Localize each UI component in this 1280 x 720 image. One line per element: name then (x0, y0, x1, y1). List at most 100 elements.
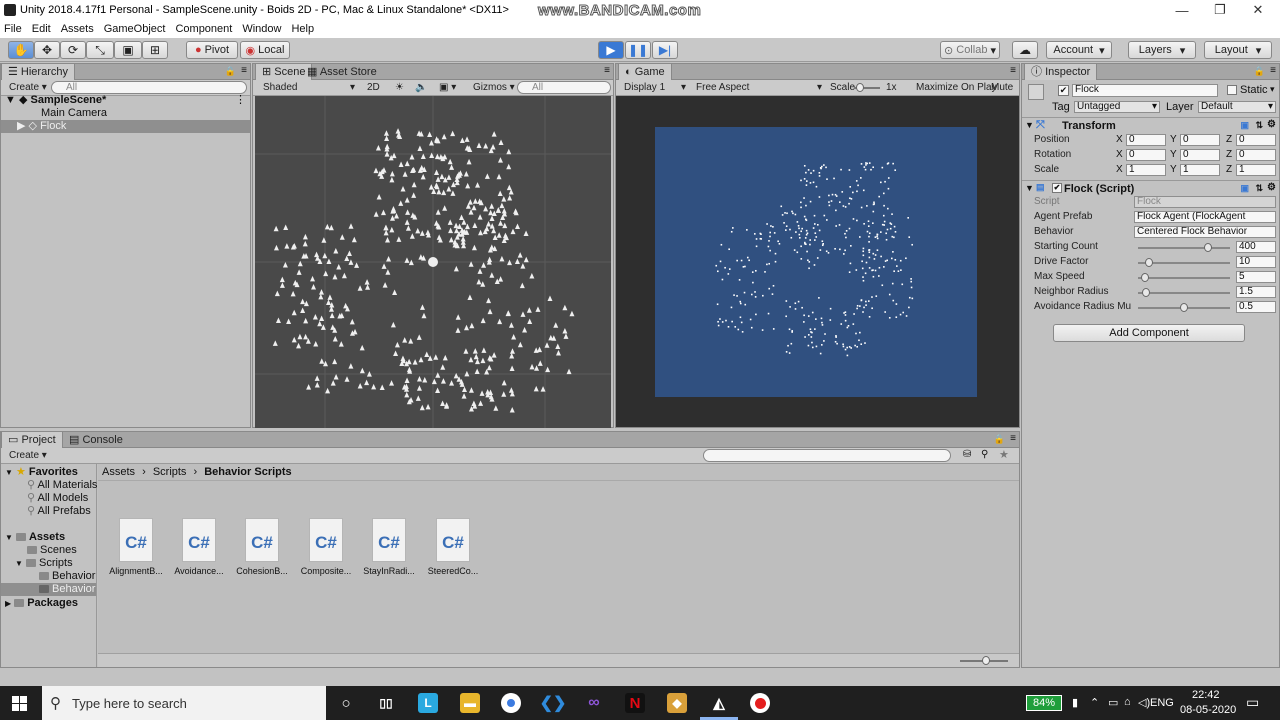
tab-project[interactable]: ▭ Project (1, 432, 63, 448)
static-checkbox[interactable] (1227, 85, 1237, 95)
behavior-field[interactable]: Centered Flock Behavior (1134, 226, 1276, 238)
scale-z-field[interactable]: 1 (1236, 164, 1276, 176)
slider-track[interactable] (1138, 277, 1230, 279)
maximize-button[interactable]: ❐ (1200, 0, 1240, 20)
netflix-icon[interactable]: N (625, 693, 645, 713)
flock-script-header[interactable]: ▼ ▤ ✔ Flock (Script) ▣ ⇅ ⚙ (1022, 180, 1279, 196)
component-enabled-checkbox[interactable]: ✔ (1052, 183, 1062, 193)
hand-tool-button[interactable]: ✋ (8, 41, 34, 59)
local-toggle[interactable]: ◉ Local (240, 41, 290, 59)
slider-value-field[interactable]: 1.5 (1236, 286, 1276, 298)
menu-edit[interactable]: Edit (32, 23, 51, 35)
vscode-icon[interactable]: ❮❯ (540, 693, 567, 713)
favorite-all-prefabs[interactable]: ⚲ All Prefabs (27, 505, 91, 518)
breadcrumb-behavior-scripts[interactable]: Behavior Scripts (204, 466, 291, 478)
clock-time[interactable]: 22:42 (1192, 689, 1220, 701)
breadcrumb-scripts[interactable]: Scripts (153, 466, 187, 478)
volume-icon[interactable]: ◁) (1138, 696, 1150, 709)
battery-indicator[interactable]: 84% (1026, 695, 1062, 711)
panel-menu-icon[interactable]: ≡ (241, 65, 247, 76)
icon-size-slider-thumb[interactable] (982, 656, 990, 665)
behavior-scripts-folder-row[interactable]: Behavior (1, 583, 96, 596)
scale-slider-thumb[interactable] (856, 83, 864, 92)
lock-icon[interactable]: 🔒 (994, 434, 1005, 445)
asset-file-composite[interactable]: C# Composite... (294, 518, 358, 576)
effects-icon[interactable]: ▣ ▾ (435, 81, 460, 94)
panel-menu-icon[interactable]: ≡ (1010, 433, 1016, 444)
help-icon[interactable]: ▣ (1240, 183, 1249, 194)
tab-game[interactable]: ◐ Game (618, 64, 672, 80)
project-create-dropdown[interactable]: Create ▾ (5, 449, 51, 462)
display-dropdown[interactable]: Display 1 ▾ (620, 81, 688, 94)
unity-taskbar-icon[interactable]: ◭ (709, 693, 729, 713)
expand-arrow-icon[interactable]: ▼ (5, 533, 13, 542)
position-y-field[interactable]: 0 (1180, 134, 1220, 146)
scale-x-field[interactable]: 1 (1126, 164, 1166, 176)
slider-value-field[interactable]: 0.5 (1236, 301, 1276, 313)
scene-row[interactable]: ▼ ◆ SampleScene* ⋮ (1, 94, 250, 107)
panel-menu-icon[interactable]: ≡ (1010, 65, 1016, 76)
lock-icon[interactable]: 🔒 (1254, 66, 1265, 77)
power-icon[interactable]: ▭ (1108, 696, 1118, 709)
move-tool-button[interactable]: ✥ (34, 41, 60, 59)
show-hidden-icons[interactable]: ⌃ (1090, 696, 1099, 709)
slider-track[interactable] (1138, 292, 1230, 294)
app-l-icon[interactable]: L (418, 693, 438, 713)
aspect-dropdown[interactable]: Free Aspect ▾ (692, 81, 824, 94)
preset-icon[interactable]: ⇅ (1255, 183, 1263, 194)
chrome-icon[interactable] (501, 693, 521, 713)
slider-thumb[interactable] (1144, 258, 1153, 267)
menu-component[interactable]: Component (175, 23, 232, 35)
tab-console[interactable]: ▤ Console (63, 432, 129, 448)
hierarchy-create-dropdown[interactable]: Create ▾ (5, 81, 51, 94)
tab-asset-store[interactable]: ▦ Asset Store (301, 64, 383, 80)
expand-arrow-icon[interactable]: ▼ (15, 559, 23, 568)
shading-mode-dropdown[interactable]: Shaded ▾ (259, 81, 359, 94)
settings-gear-icon[interactable]: ⚙ (1267, 182, 1276, 193)
scripts-folder-row[interactable]: ▼ Scripts (15, 557, 73, 570)
object-name-field[interactable]: Flock (1072, 84, 1218, 97)
lock-icon[interactable]: 🔒 (225, 66, 236, 77)
assets-folder-row[interactable]: ▼ Assets (5, 531, 65, 544)
slider-thumb[interactable] (1204, 243, 1213, 252)
menu-gameobject[interactable]: GameObject (104, 23, 166, 35)
bandicam-record-icon[interactable] (750, 693, 770, 713)
tag-dropdown[interactable]: Untagged ▾ (1074, 101, 1160, 113)
expand-arrow-icon[interactable]: ▼ (5, 94, 16, 106)
play-button[interactable]: ▶ (598, 41, 624, 59)
rotation-x-field[interactable]: 0 (1126, 149, 1166, 161)
rect-tool-button[interactable]: ▣ (114, 41, 142, 59)
asset-file-alignment[interactable]: C# AlignmentB... (104, 518, 168, 576)
step-button[interactable]: ▶| (652, 41, 678, 59)
menu-help[interactable]: Help (291, 23, 314, 35)
search-by-type-icon[interactable]: ⛁ (963, 449, 971, 460)
panel-menu-icon[interactable]: ≡ (604, 65, 610, 76)
tab-inspector[interactable]: ⓘ Inspector (1024, 64, 1098, 80)
pivot-toggle[interactable]: ● Pivot (186, 41, 238, 59)
behavior-folder-row[interactable]: Behavior (39, 570, 95, 583)
menu-file[interactable]: File (4, 23, 22, 35)
asset-file-stay-in-radius[interactable]: C# StayInRadi... (357, 518, 421, 576)
pause-button[interactable]: ❚❚ (625, 41, 651, 59)
visual-studio-icon[interactable]: ∞ (584, 693, 604, 713)
panel-menu-icon[interactable]: ≡ (1270, 65, 1276, 76)
collapsed-arrow-icon[interactable]: ▶ (5, 599, 11, 608)
transform-header[interactable]: ▼ ⤧ Transform ▣ ⇅ ⚙ (1022, 117, 1279, 133)
transform-tool-button[interactable]: ⊞ (142, 41, 168, 59)
packages-folder-row[interactable]: ▶ Packages (5, 597, 78, 610)
minimize-button[interactable]: — (1162, 0, 1202, 20)
game-viewport[interactable] (616, 96, 1019, 427)
flock-gizmo-icon[interactable] (428, 257, 438, 267)
breadcrumb-assets[interactable]: Assets (102, 466, 135, 478)
gizmos-dropdown[interactable]: Gizmos ▾ (469, 81, 519, 94)
mute-audio-toggle[interactable]: Mute A (987, 81, 1019, 106)
windows-start-icon[interactable] (12, 696, 27, 711)
slider-value-field[interactable]: 5 (1236, 271, 1276, 283)
close-button[interactable]: ✕ (1238, 0, 1278, 20)
cortana-icon[interactable]: ○ (336, 693, 356, 713)
layer-dropdown[interactable]: Default ▾ (1198, 101, 1276, 113)
asset-file-avoidance[interactable]: C# Avoidance... (167, 518, 231, 576)
favorite-all-models[interactable]: ⚲ All Models (27, 492, 88, 505)
audio-icon[interactable]: 🔈 (411, 81, 431, 94)
slider-value-field[interactable]: 400 (1236, 241, 1276, 253)
